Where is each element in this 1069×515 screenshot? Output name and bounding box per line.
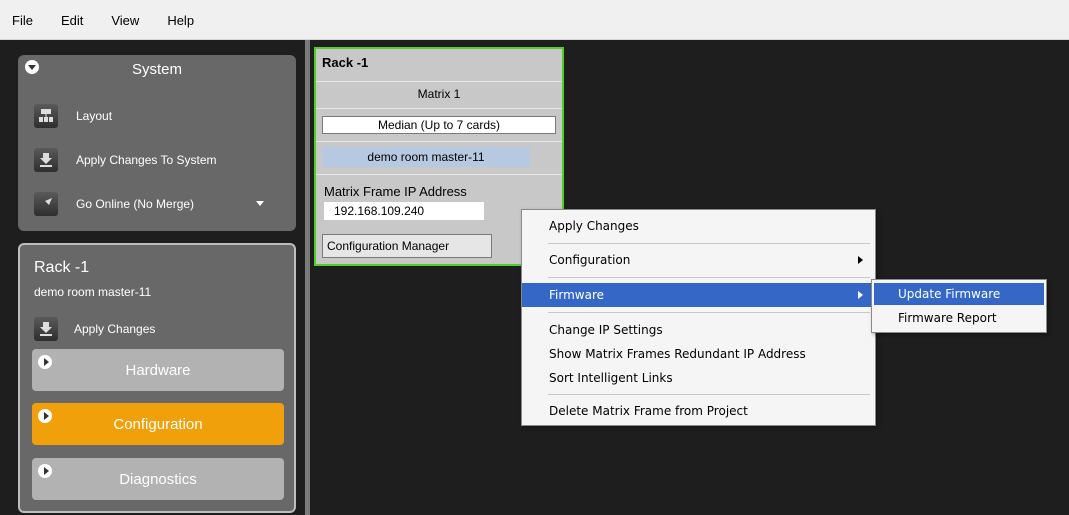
- context-menu: Apply Changes Configuration Firmware Cha…: [521, 209, 876, 426]
- rack-panel: Rack -1 demo room master-11 Apply Change…: [18, 243, 296, 513]
- rack-apply-label: Apply Changes: [74, 322, 156, 336]
- expand-icon: [38, 464, 52, 478]
- menu-item-label: Show Matrix Frames Redundant IP Address: [549, 347, 806, 361]
- ip-address-field[interactable]: 192.168.109.240: [324, 202, 484, 220]
- menu-item-label: Update Firmware: [898, 287, 1001, 301]
- go-online-icon: [34, 192, 58, 216]
- submenu-arrow-icon: [858, 291, 863, 299]
- divider: [316, 141, 562, 142]
- rack-card-title: Rack -1: [322, 55, 369, 70]
- rack-apply-changes[interactable]: Apply Changes: [34, 317, 155, 341]
- system-title: System: [131, 61, 182, 78]
- rack-panel-subtitle: demo room master-11: [34, 285, 152, 299]
- section-diagnostics[interactable]: Diagnostics: [32, 458, 284, 500]
- menu-item-firmware[interactable]: Firmware: [522, 283, 875, 307]
- menu-item-change-ip[interactable]: Change IP Settings: [522, 318, 875, 342]
- divider: [316, 174, 562, 175]
- system-item-layout[interactable]: Layout: [34, 103, 112, 129]
- submenu-arrow-icon: [858, 256, 863, 264]
- divider: [316, 108, 562, 109]
- menu-edit[interactable]: Edit: [59, 9, 85, 32]
- menu-item-label: Apply Changes: [549, 219, 639, 233]
- layout-icon: [34, 104, 58, 128]
- menu-separator: [548, 394, 870, 395]
- section-label: Hardware: [125, 361, 191, 379]
- menu-item-label: Delete Matrix Frame from Project: [549, 404, 748, 418]
- system-item-apply-changes[interactable]: Apply Changes To System: [34, 147, 217, 173]
- menu-separator: [548, 312, 870, 313]
- section-hardware[interactable]: Hardware: [32, 349, 284, 391]
- menu-item-sort-links[interactable]: Sort Intelligent Links: [522, 366, 875, 390]
- system-item-label: Go Online (No Merge): [76, 197, 195, 211]
- matrix-label: Matrix 1: [417, 87, 461, 101]
- menu-item-label: Change IP Settings: [549, 323, 663, 337]
- menu-item-delete-frame[interactable]: Delete Matrix Frame from Project: [522, 399, 875, 423]
- room-name-field[interactable]: demo room master-11: [322, 147, 530, 167]
- section-configuration[interactable]: Configuration: [32, 403, 284, 445]
- expand-icon: [38, 409, 52, 423]
- apply-changes-icon: [34, 148, 58, 172]
- frame-type-field[interactable]: Median (Up to 7 cards): [322, 116, 556, 134]
- menu-bar: File Edit View Help: [0, 0, 1069, 40]
- section-label: Configuration: [113, 415, 203, 433]
- system-item-label: Layout: [76, 109, 113, 123]
- menu-file[interactable]: File: [10, 9, 35, 32]
- menu-item-firmware-report[interactable]: Firmware Report: [874, 307, 1044, 329]
- menu-item-label: Sort Intelligent Links: [549, 371, 673, 385]
- menu-view[interactable]: View: [109, 9, 141, 32]
- menu-item-label: Firmware: [549, 288, 604, 302]
- system-panel: System Layout Apply Changes To System Go…: [18, 55, 296, 231]
- section-label: Diagnostics: [119, 470, 197, 488]
- menu-item-update-firmware[interactable]: Update Firmware: [874, 283, 1044, 305]
- menu-help[interactable]: Help: [165, 9, 196, 32]
- menu-item-apply-changes[interactable]: Apply Changes: [522, 214, 875, 238]
- menu-separator: [548, 277, 870, 278]
- expand-icon: [38, 355, 52, 369]
- dropdown-arrow-icon[interactable]: [256, 201, 264, 206]
- apply-changes-icon: [34, 317, 58, 341]
- configuration-manager-button[interactable]: Configuration Manager: [322, 234, 492, 258]
- menu-item-label: Firmware Report: [898, 311, 997, 325]
- menu-item-label: Configuration: [549, 253, 631, 267]
- menu-item-show-redundant-ip[interactable]: Show Matrix Frames Redundant IP Address: [522, 342, 875, 366]
- ip-address-label: Matrix Frame IP Address: [324, 184, 467, 199]
- firmware-submenu: Update Firmware Firmware Report: [871, 279, 1047, 333]
- system-item-go-online[interactable]: Go Online (No Merge): [34, 191, 194, 217]
- menu-item-configuration[interactable]: Configuration: [522, 248, 875, 272]
- menu-separator: [548, 243, 870, 244]
- system-item-label: Apply Changes To System: [76, 153, 217, 167]
- rack-panel-title: Rack -1: [34, 259, 90, 276]
- divider: [316, 81, 562, 82]
